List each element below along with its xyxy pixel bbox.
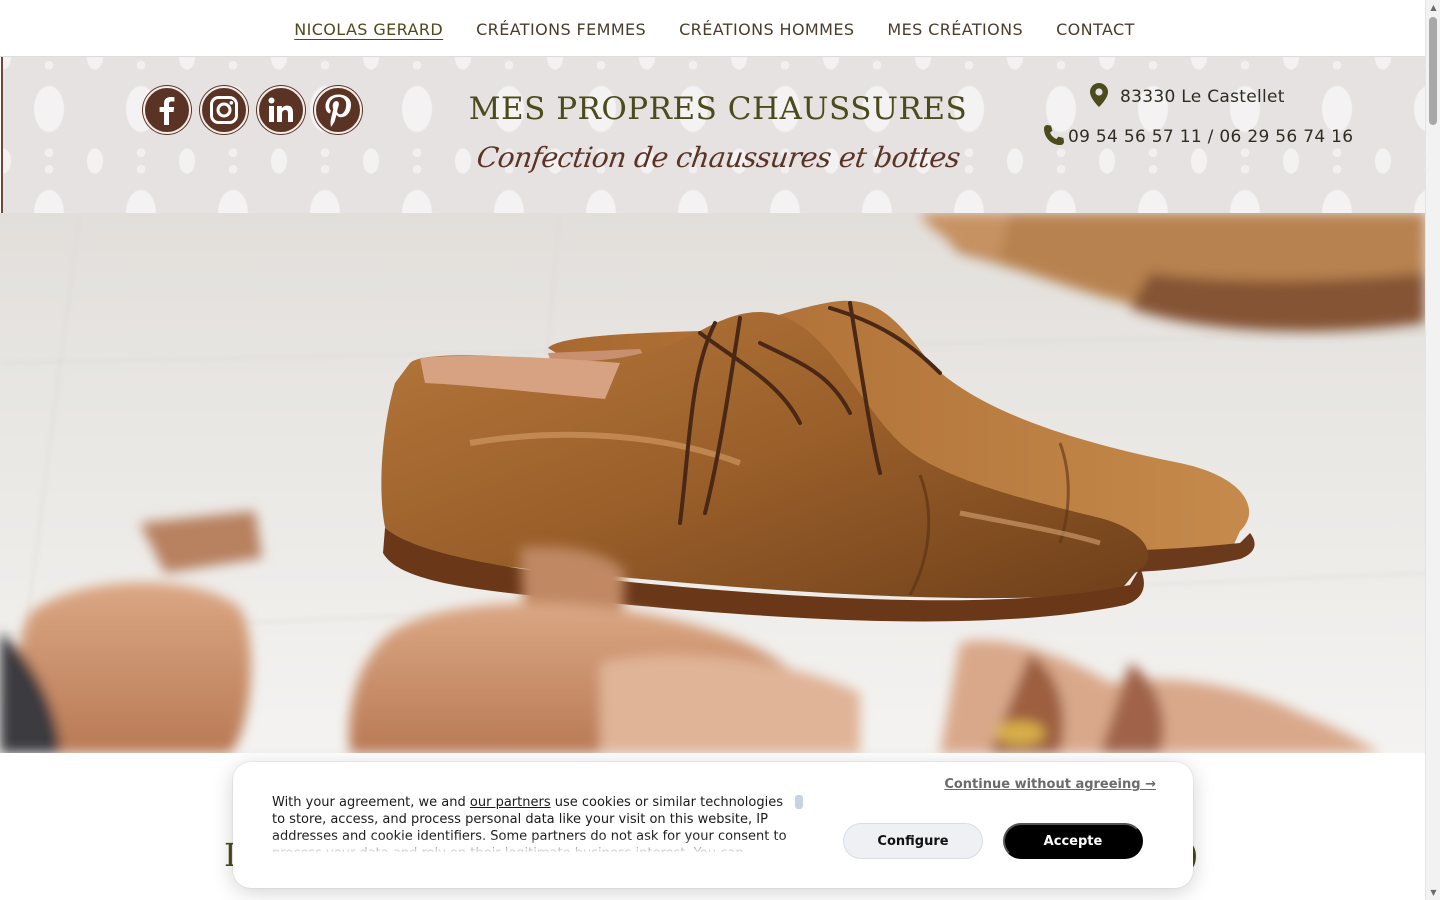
address-text: 83330 Le Castellet [1120, 87, 1285, 107]
continue-without-agreeing-link[interactable]: Continue without agreeing → [944, 777, 1156, 792]
accept-button[interactable]: Accepte [1003, 823, 1143, 859]
nav-item-contact[interactable]: CONTACT [1056, 20, 1135, 39]
our-partners-link[interactable]: our partners [470, 795, 551, 810]
site-tagline: Confection de chaussures et bottes [474, 141, 962, 174]
phone-icon [1043, 124, 1065, 150]
shoes-photo [0, 213, 1425, 753]
hero-image [0, 213, 1425, 753]
scroll-down-arrow-icon[interactable]: ▼ [1426, 885, 1440, 900]
nav-item-creations-hommes[interactable]: CRÉATIONS HOMMES [679, 20, 854, 39]
cookie-consent-dialog: Continue without agreeing → With your ag… [233, 762, 1193, 888]
facebook-icon[interactable] [143, 86, 191, 134]
social-links [143, 86, 362, 134]
contact-info: 83330 Le Castellet 09 54 56 57 11 / 06 2… [1043, 83, 1353, 150]
nav-item-creations-femmes[interactable]: CRÉATIONS FEMMES [476, 20, 646, 39]
map-pin-icon [1090, 83, 1108, 111]
cookie-text-scrollbar[interactable] [795, 795, 803, 809]
site-title[interactable]: MES PROPRES CHAUSSURES [443, 91, 993, 127]
phone-row: 09 54 56 57 11 / 06 29 56 74 16 [1043, 124, 1353, 150]
phone-link[interactable]: 09 54 56 57 11 / 06 29 56 74 16 [1068, 127, 1353, 147]
cookie-text-start: With your agreement, we and [272, 795, 470, 810]
site-header: MES PROPRES CHAUSSURES Confection de cha… [1, 57, 1425, 213]
configure-button[interactable]: Configure [843, 823, 983, 859]
pinterest-icon[interactable] [314, 86, 362, 134]
scroll-thumb[interactable] [1429, 17, 1437, 125]
instagram-icon[interactable] [200, 86, 248, 134]
cookie-text-fade [272, 836, 797, 854]
scroll-up-arrow-icon[interactable]: ▲ [1426, 0, 1440, 15]
top-navigation: NICOLAS GERARD CRÉATIONS FEMMES CRÉATION… [0, 0, 1425, 57]
nav-item-nicolas-gerard[interactable]: NICOLAS GERARD [294, 20, 443, 39]
site-brand: MES PROPRES CHAUSSURES Confection de cha… [443, 91, 993, 174]
page-scrollbar[interactable]: ▲ ▼ [1425, 0, 1440, 900]
linkedin-icon[interactable] [257, 86, 305, 134]
address-row: 83330 Le Castellet [1043, 83, 1343, 111]
nav-item-mes-creations[interactable]: MES CRÉATIONS [887, 20, 1023, 39]
